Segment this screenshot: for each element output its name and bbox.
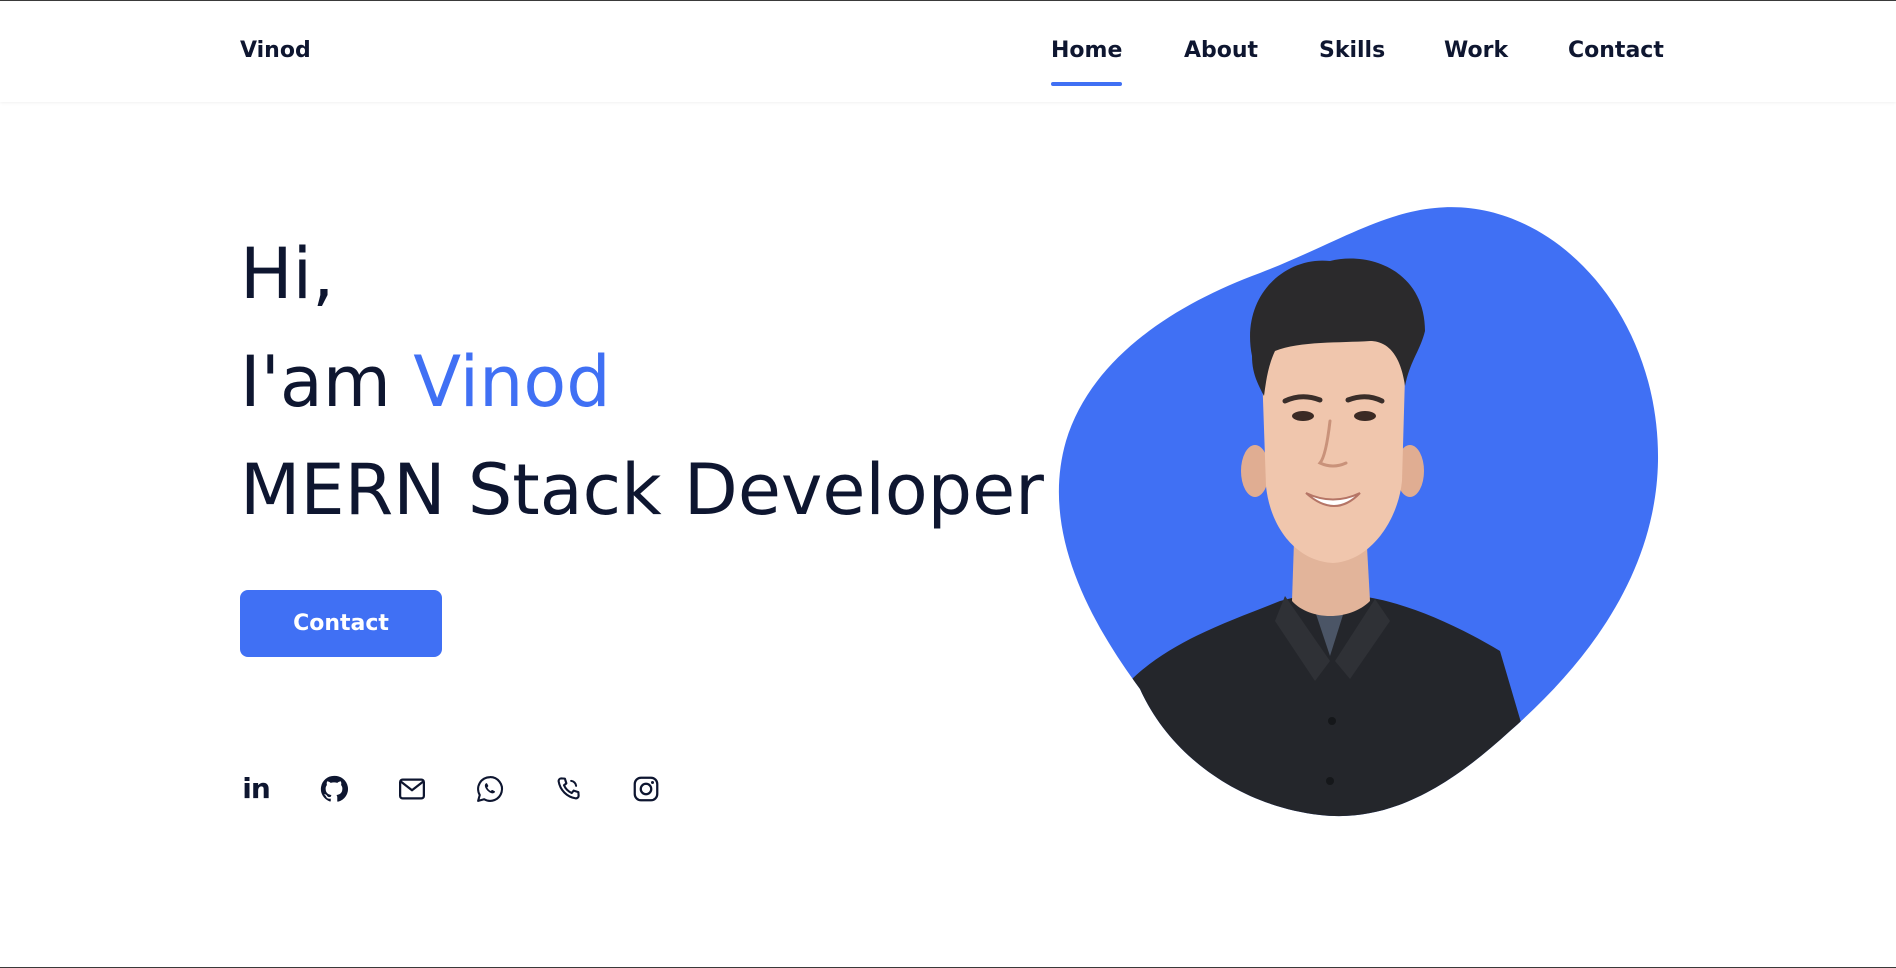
nav-link-skills[interactable]: Skills [1319, 38, 1385, 63]
hero-greeting: Hi, [240, 233, 335, 315]
site-logo[interactable]: Vinod [240, 38, 311, 63]
hero-intro: I'am Vinod [240, 347, 611, 417]
hero-portrait [1030, 201, 1670, 821]
hero-intro-prefix: I'am [240, 341, 414, 423]
site-header: Vinod Home About Skills Work Contact [0, 2, 1896, 102]
nav-link-work[interactable]: Work [1444, 38, 1508, 63]
page-frame: Vinod Home About Skills Work Contact Hi,… [0, 0, 1896, 968]
hero-name: Vinod [413, 341, 611, 423]
phone-icon[interactable] [552, 773, 584, 805]
nav-link-about[interactable]: About [1184, 38, 1258, 63]
linkedin-icon[interactable]: in [240, 773, 272, 805]
portrait-blob [1058, 207, 1659, 817]
github-icon[interactable] [318, 773, 350, 805]
contact-button[interactable]: Contact [240, 590, 442, 657]
nav-link-contact[interactable]: Contact [1568, 38, 1664, 63]
hero-role: MERN Stack Developer [240, 449, 1044, 531]
instagram-icon[interactable] [630, 773, 662, 805]
nav-link-home[interactable]: Home [1051, 38, 1123, 86]
mail-icon[interactable] [396, 773, 428, 805]
whatsapp-icon[interactable] [474, 773, 506, 805]
